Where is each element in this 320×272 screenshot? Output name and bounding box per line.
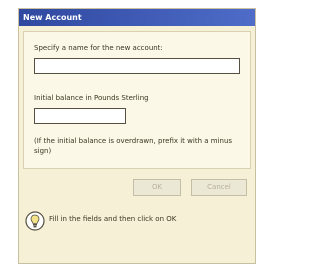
lightbulb-icon [25, 211, 45, 231]
initial-balance-label: Initial balance in Pounds Sterling [34, 94, 149, 102]
overdrawn-note: (If the initial balance is overdrawn, pr… [34, 137, 233, 155]
cancel-button[interactable]: Cancel [191, 179, 247, 196]
hint-text: Fill in the fields and then click on OK [49, 215, 177, 223]
new-account-dialog: New Account Specify a name for the new a… [18, 8, 256, 264]
initial-balance-input[interactable] [34, 108, 126, 124]
ok-button[interactable]: OK [133, 179, 181, 196]
account-name-input[interactable] [34, 58, 240, 74]
form-panel: Specify a name for the new account: Init… [23, 31, 251, 169]
account-name-label: Specify a name for the new account: [34, 44, 163, 52]
dialog-title: New Account [19, 9, 255, 26]
